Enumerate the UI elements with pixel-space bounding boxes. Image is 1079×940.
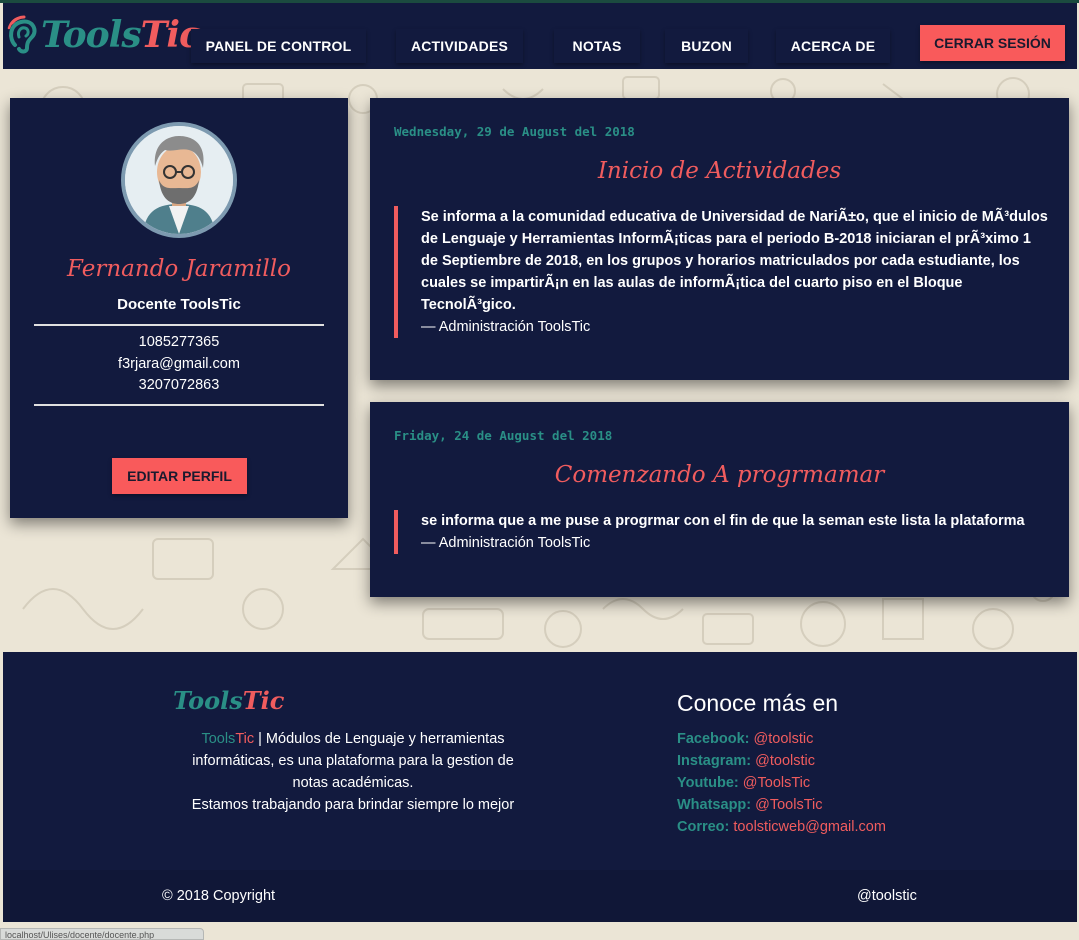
news-date: Friday, 24 de August del 2018: [394, 428, 613, 443]
news-body: Se informa a la comunidad educativa de U…: [421, 209, 1048, 313]
profile-divider-top: [34, 324, 324, 326]
brand-logo[interactable]: ToolsTic: [7, 11, 201, 59]
news-signature: — Administración ToolsTic: [421, 535, 591, 551]
news-card: Wednesday, 29 de August del 2018 Inicio …: [370, 98, 1069, 380]
news-title: Inicio de Actividades: [597, 158, 842, 184]
footer-link-value[interactable]: @toolstic: [755, 753, 815, 769]
footer-link-email[interactable]: Correo: toolsticweb@gmail.com: [677, 816, 886, 838]
footer-link-label: Instagram:: [677, 753, 752, 769]
footer-description: ToolsTic | Módulos de Lenguaje y herrami…: [183, 728, 523, 816]
footer-link-label: Facebook:: [677, 731, 750, 747]
footer-handle[interactable]: @toolstic: [857, 888, 917, 904]
footer-link-value[interactable]: @ToolsTic: [755, 797, 822, 813]
news-date: Wednesday, 29 de August del 2018: [394, 124, 635, 139]
footer: ToolsTic ToolsTic | Módulos de Lenguaje …: [3, 652, 1077, 922]
nav-panel-de-control[interactable]: PANEL DE CONTROL: [191, 29, 366, 63]
footer-logo-tools: Tools: [173, 686, 243, 715]
news-title: Comenzando A progrmamar: [554, 462, 885, 488]
browser-status-bar: localhost/Ulises/docente/docente.php: [0, 928, 204, 940]
profile-phone: 3207072863: [138, 377, 220, 393]
footer-link-whatsapp[interactable]: Whatsapp: @ToolsTic: [677, 794, 886, 816]
nav-buzon[interactable]: BUZON: [665, 29, 748, 63]
news-signature: — Administración ToolsTic: [421, 319, 591, 335]
avatar: [121, 122, 237, 238]
edit-profile-button[interactable]: EDITAR PERFIL: [112, 458, 247, 494]
news-quote: Se informa a la comunidad educativa de U…: [394, 206, 1049, 338]
profile-id-number: 1085277365: [138, 334, 220, 350]
footer-social-links: Facebook: @toolstic Instagram: @toolstic…: [677, 728, 886, 838]
nav-acerca-de[interactable]: ACERCA DE: [776, 29, 890, 63]
nav-notas[interactable]: NOTAS: [554, 29, 640, 63]
footer-link-label: Youtube:: [677, 775, 739, 791]
footer-link-value[interactable]: @ToolsTic: [743, 775, 810, 791]
news-quote: se informa que a me puse a progrmar con …: [394, 510, 1049, 554]
footer-desc-brand-tic: Tic: [235, 731, 255, 747]
logo-text-tools: Tools: [41, 14, 142, 56]
copyright-text: © 2018 Copyright: [162, 888, 276, 904]
news-card: Friday, 24 de August del 2018 Comenzando…: [370, 402, 1069, 597]
teacher-avatar-icon: [125, 126, 233, 234]
logout-button[interactable]: CERRAR SESIÓN: [920, 25, 1065, 61]
footer-link-value[interactable]: @toolstic: [754, 731, 814, 747]
footer-link-facebook[interactable]: Facebook: @toolstic: [677, 728, 886, 750]
footer-logo-tic: Tic: [242, 686, 285, 715]
profile-role: Docente ToolsTic: [117, 296, 241, 313]
profile-divider-bottom: [34, 404, 324, 406]
footer-social-heading: Conoce más en: [677, 690, 839, 716]
footer-link-youtube[interactable]: Youtube: @ToolsTic: [677, 772, 886, 794]
footer-link-label: Correo:: [677, 819, 730, 835]
ear-logo-icon: [7, 15, 37, 54]
footer-desc-brand-tools: Tools: [201, 731, 236, 747]
news-body: se informa que a me puse a progrmar con …: [421, 513, 1025, 529]
nav-actividades[interactable]: ACTIVIDADES: [396, 29, 523, 63]
profile-name: Fernando Jaramillo: [67, 256, 291, 282]
footer-link-instagram[interactable]: Instagram: @toolstic: [677, 750, 886, 772]
footer-link-label: Whatsapp:: [677, 797, 752, 813]
profile-email: f3rjara@gmail.com: [118, 356, 240, 372]
profile-card: Fernando Jaramillo Docente ToolsTic 1085…: [10, 98, 348, 518]
footer-link-value[interactable]: toolsticweb@gmail.com: [733, 819, 886, 835]
footer-desc-text-2: Estamos trabajando para brindar siempre …: [191, 797, 515, 813]
footer-logo: ToolsTic: [173, 686, 284, 715]
navbar: ToolsTic PANEL DE CONTROL ACTIVIDADES NO…: [3, 3, 1077, 69]
